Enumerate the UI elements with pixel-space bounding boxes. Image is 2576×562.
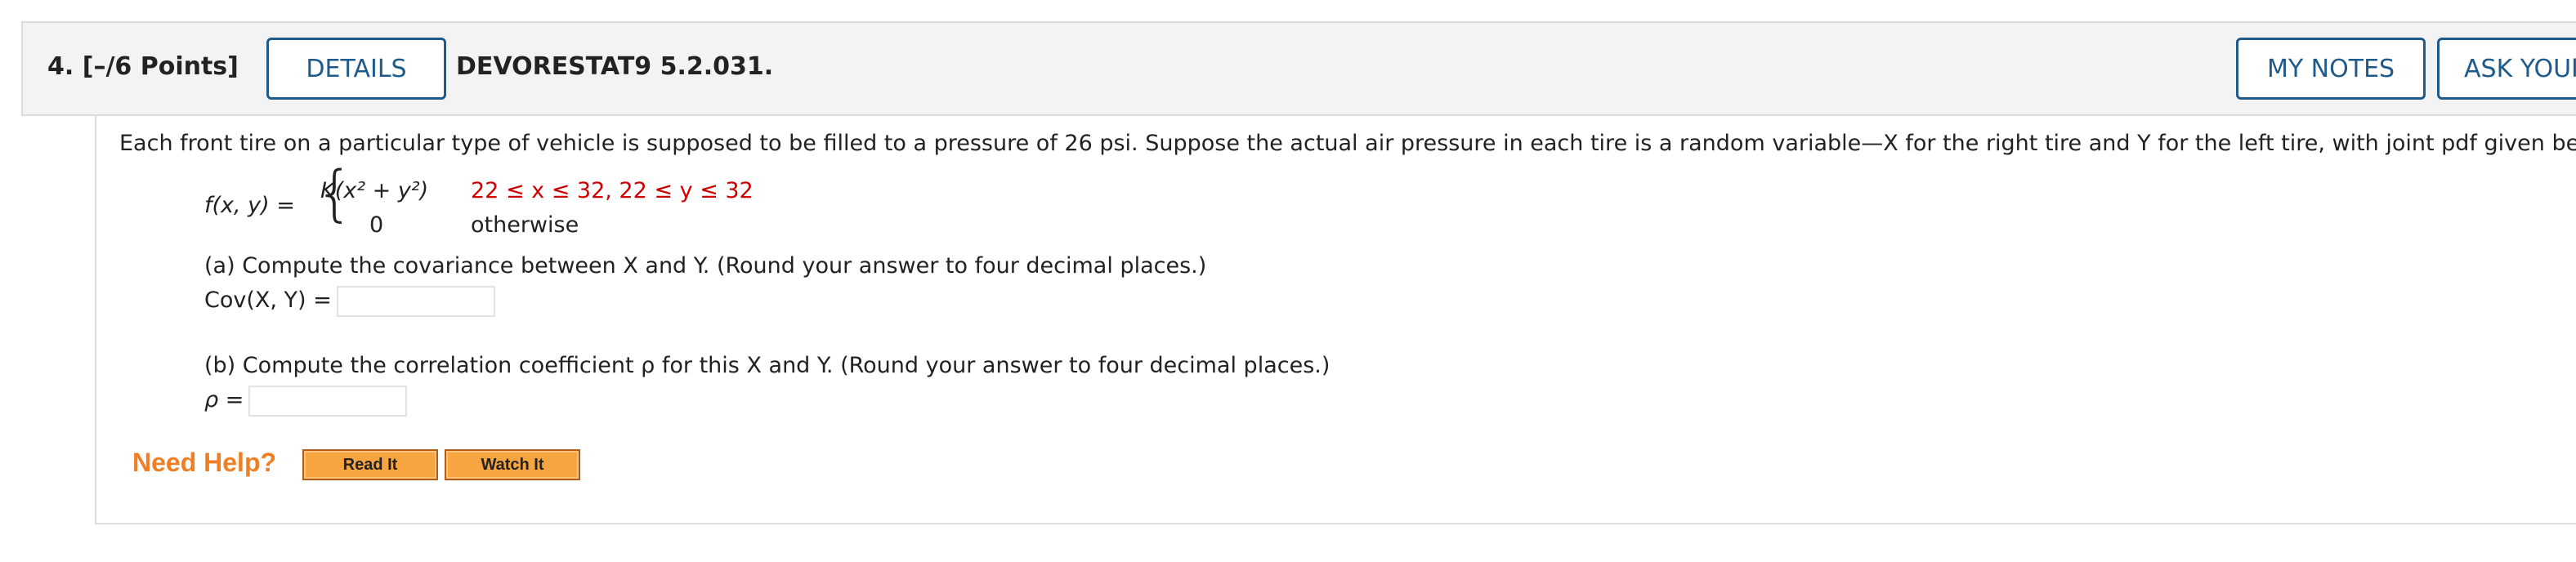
problem-intro: Each front tire on a particular type of … — [119, 131, 2576, 156]
covariance-input[interactable] — [337, 286, 495, 317]
case2-range: otherwise — [471, 212, 579, 238]
my-notes-button[interactable]: MY NOTES — [2236, 38, 2426, 100]
pdf-lhs: f(x, y) = — [204, 193, 295, 218]
points-label: [–/6 Points] — [82, 52, 239, 81]
watch-it-button[interactable]: Watch It — [445, 449, 580, 480]
part-b-prompt: (b) Compute the correlation coefficient … — [204, 353, 1330, 378]
case2-expression: 0 — [369, 212, 384, 238]
question-number: 4. — [47, 52, 74, 81]
part-a-prompt: (a) Compute the covariance between X and… — [204, 253, 1207, 279]
correlation-input[interactable] — [248, 386, 407, 417]
question-points: 4. [–/6 Points] — [47, 52, 239, 81]
need-help-label: Need Help? — [132, 448, 277, 477]
case1-expression: K(x² + y²) — [320, 178, 429, 203]
ask-your-teacher-button[interactable]: ASK YOUR TEACHER — [2437, 38, 2576, 100]
assignment-code: DEVORESTAT9 5.2.031. — [456, 52, 774, 81]
part-a-label: Cov(X, Y) = — [204, 288, 332, 313]
question-header: 4. [–/6 Points] DETAILS DEVORESTAT9 5.2.… — [21, 21, 2576, 116]
read-it-button[interactable]: Read It — [302, 449, 438, 480]
part-b-label: ρ = — [204, 387, 244, 413]
case1-range: 22 ≤ x ≤ 32, 22 ≤ y ≤ 32 — [471, 178, 754, 203]
details-button[interactable]: DETAILS — [266, 38, 446, 100]
